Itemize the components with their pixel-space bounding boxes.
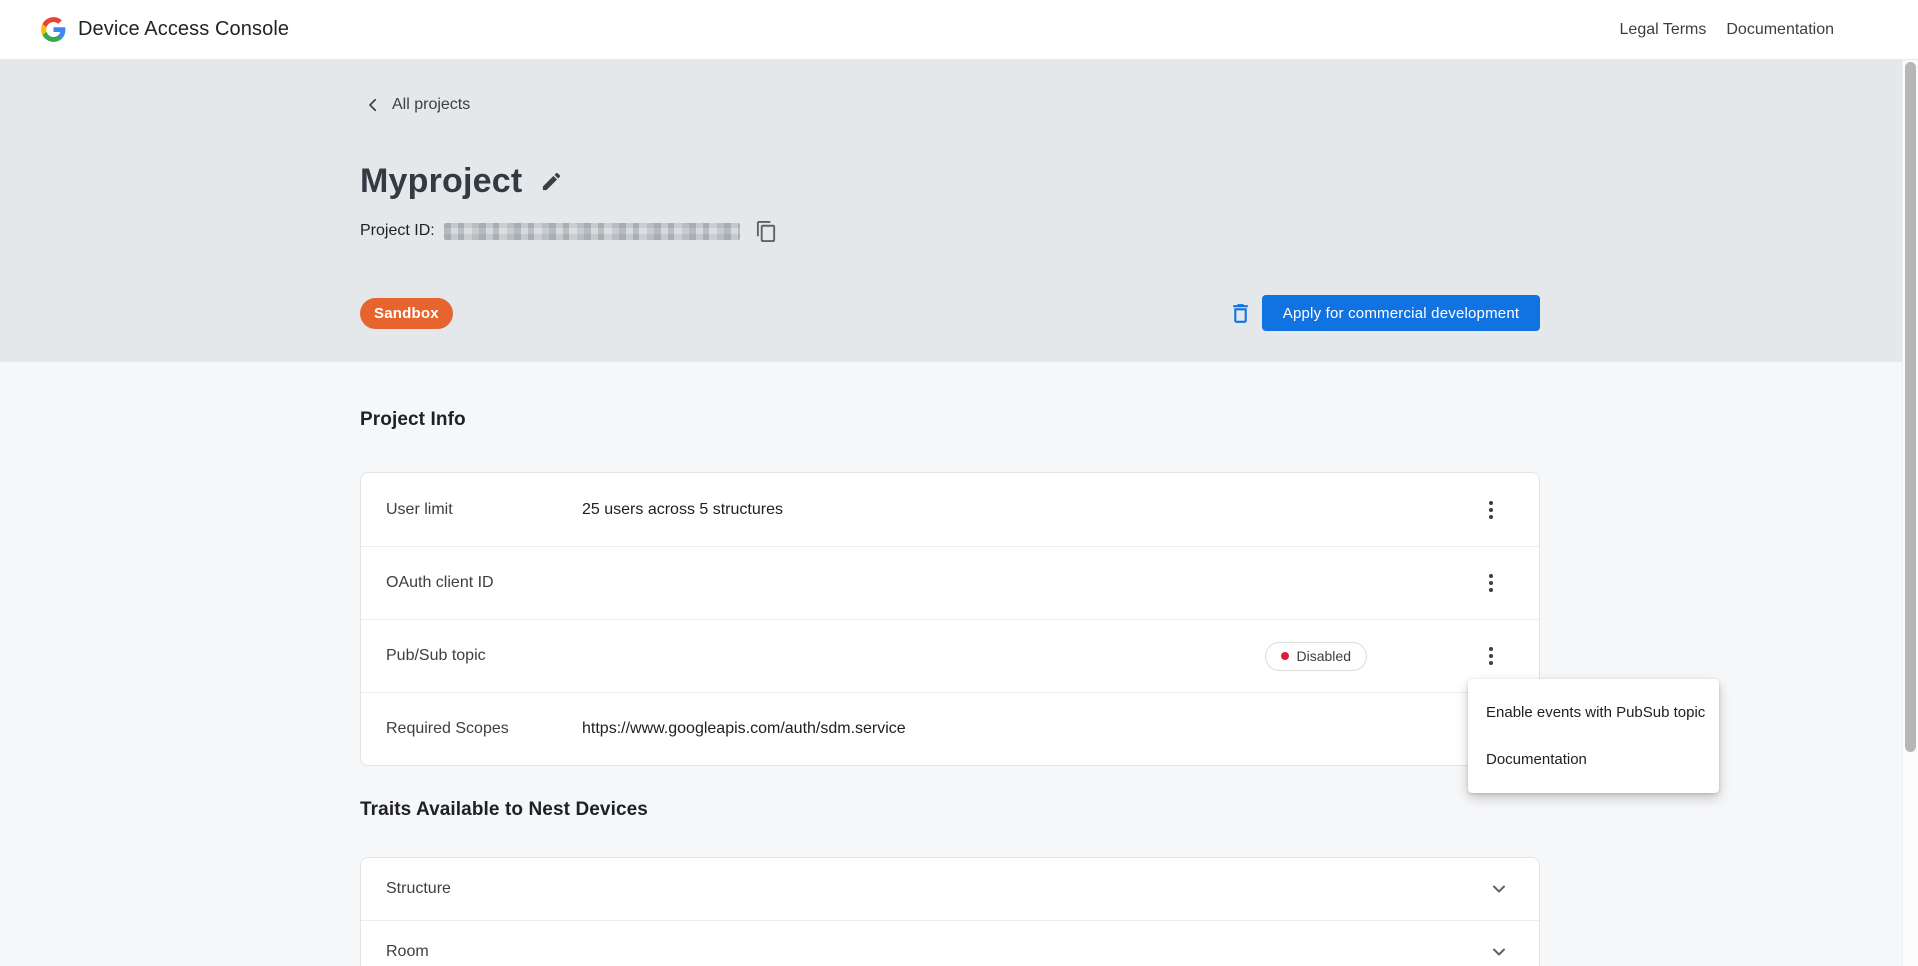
scrollbar-thumb[interactable] (1905, 62, 1916, 752)
project-title-row: Myproject (360, 162, 1540, 201)
row-value: https://www.googleapis.com/auth/sdm.serv… (582, 720, 1479, 738)
top-app-bar: Device Access Console Legal Terms Docume… (0, 0, 1918, 60)
status-dot-icon (1281, 652, 1289, 660)
project-hero: All projects Myproject Project ID: (0, 60, 1918, 362)
page-body: Project Info User limit 25 users across … (0, 362, 1918, 966)
breadcrumb-label: All projects (392, 96, 470, 114)
table-row-oauth-client-id: OAuth client ID (361, 546, 1539, 619)
page-title: Myproject (360, 162, 522, 201)
kebab-menu-icon[interactable] (1479, 568, 1503, 598)
project-info-heading: Project Info (360, 362, 1540, 431)
project-actions-row: Sandbox Apply for commercial development (360, 295, 1540, 331)
status-badge-label: Disabled (1297, 648, 1351, 664)
pencil-icon (540, 170, 563, 193)
legal-terms-link[interactable]: Legal Terms (1620, 21, 1707, 39)
trait-row-structure[interactable]: Structure (361, 858, 1539, 920)
trash-icon (1228, 301, 1253, 326)
trait-label: Structure (386, 880, 1489, 898)
row-label: OAuth client ID (386, 574, 582, 592)
menu-item-enable-events[interactable]: Enable events with PubSub topic (1468, 689, 1719, 736)
project-info-card: User limit 25 users across 5 structures … (360, 472, 1540, 766)
sandbox-status-badge: Sandbox (360, 298, 453, 329)
table-row-user-limit: User limit 25 users across 5 structures (361, 473, 1539, 546)
breadcrumb-all-projects[interactable]: All projects (360, 60, 530, 115)
copy-project-id-button[interactable] (755, 219, 779, 243)
copy-icon (755, 220, 778, 243)
menu-item-documentation[interactable]: Documentation (1468, 736, 1719, 783)
chevron-down-icon (1489, 942, 1509, 962)
project-id-row: Project ID: (360, 220, 1540, 242)
google-g-icon (40, 16, 67, 43)
traits-card: Structure Room (360, 857, 1540, 966)
project-id-label: Project ID: (360, 222, 435, 240)
app-title: Device Access Console (78, 18, 289, 41)
row-label: Pub/Sub topic (386, 647, 582, 665)
kebab-menu-icon[interactable] (1479, 495, 1503, 525)
chevron-down-icon (1489, 879, 1509, 899)
edit-project-name-button[interactable] (538, 169, 564, 195)
documentation-link[interactable]: Documentation (1726, 21, 1834, 39)
trait-label: Room (386, 943, 1489, 961)
status-badge-disabled: Disabled (1265, 642, 1367, 671)
row-value: 25 users across 5 structures (582, 501, 1479, 519)
vertical-scrollbar[interactable] (1902, 60, 1918, 966)
delete-project-button[interactable] (1227, 300, 1253, 326)
device-access-console-page: Device Access Console Legal Terms Docume… (0, 0, 1918, 966)
row-label: Required Scopes (386, 720, 582, 738)
table-row-pubsub-topic: Pub/Sub topic Disabled (361, 619, 1539, 692)
row-label: User limit (386, 501, 582, 519)
pubsub-context-menu: Enable events with PubSub topic Document… (1468, 679, 1719, 793)
apply-commercial-development-button[interactable]: Apply for commercial development (1262, 295, 1540, 331)
traits-heading: Traits Available to Nest Devices (360, 799, 1540, 821)
table-row-required-scopes: Required Scopes https://www.googleapis.c… (361, 692, 1539, 765)
chevron-left-icon (364, 96, 382, 114)
kebab-menu-icon[interactable] (1479, 641, 1503, 671)
trait-row-room[interactable]: Room (361, 920, 1539, 966)
project-id-redacted-value (444, 223, 740, 240)
topbar-links: Legal Terms Documentation (1620, 21, 1834, 39)
